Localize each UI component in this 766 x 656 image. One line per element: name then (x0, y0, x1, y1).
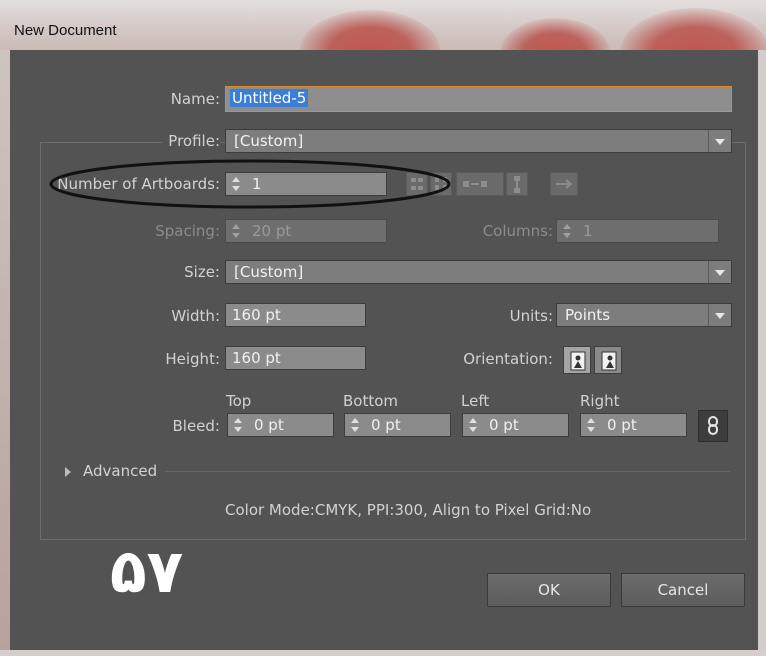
bleed-top-stepper[interactable]: 0 pt (227, 413, 334, 437)
ok-button-label: OK (538, 581, 560, 599)
orientation-label: Orientation: (463, 350, 553, 368)
stepper-arrows-icon[interactable] (348, 417, 362, 433)
landscape-button[interactable] (594, 346, 622, 374)
cancel-button[interactable]: Cancel (621, 573, 745, 607)
name-input-value: Untitled-5 (230, 89, 309, 107)
bleed-bottom-label: Bottom (343, 392, 399, 410)
window-title: New Document (14, 22, 117, 39)
bleed-left-value: 0 pt (489, 416, 519, 434)
annotation-ellipse (49, 159, 451, 209)
chain-link-icon (708, 416, 718, 435)
portrait-icon (570, 351, 586, 371)
stepper-arrows-icon (560, 223, 574, 239)
profile-dropdown[interactable]: [Custom] (225, 129, 732, 153)
window-edge (758, 50, 766, 650)
columns-stepper: 1 (556, 219, 719, 243)
bleed-right-label: Right (580, 392, 620, 410)
landscape-icon (601, 351, 617, 371)
size-dropdown[interactable]: [Custom] (225, 260, 732, 284)
chevron-down-icon (708, 130, 731, 152)
name-label: Name: (170, 90, 220, 108)
spacing-stepper: 20 pt (225, 219, 387, 243)
units-dropdown[interactable]: Points (556, 303, 732, 327)
height-label: Height: (165, 350, 220, 368)
profile-value: [Custom] (234, 132, 304, 150)
bleed-top-label: Top (226, 392, 252, 410)
arrange-by-column-button[interactable] (506, 172, 528, 196)
width-label: Width: (171, 307, 220, 325)
name-input[interactable]: Untitled-5 (225, 86, 732, 112)
chevron-down-icon (708, 304, 731, 326)
advanced-divider (165, 471, 730, 472)
bleed-top-value: 0 pt (254, 416, 284, 434)
chevron-down-icon (708, 261, 731, 283)
window-edge (0, 650, 766, 656)
window-edge (0, 50, 10, 650)
new-document-dialog: Name: Untitled-5 Profile: [Custom] Numbe… (10, 50, 758, 650)
spacing-value: 20 pt (252, 222, 292, 240)
size-label: Size: (184, 263, 220, 281)
ok-button[interactable]: OK (487, 573, 611, 607)
bleed-left-stepper[interactable]: 0 pt (462, 413, 569, 437)
bleed-bottom-value: 0 pt (371, 416, 401, 434)
units-value: Points (565, 306, 611, 324)
portrait-button[interactable] (563, 346, 591, 374)
bleed-right-stepper[interactable]: 0 pt (580, 413, 687, 437)
right-to-left-layout-button[interactable] (550, 172, 578, 196)
bleed-label: Bleed: (172, 417, 221, 435)
stepper-arrows-icon[interactable] (466, 417, 480, 433)
width-value: 160 pt (232, 306, 281, 324)
overlay-number: ۵۷ (110, 537, 184, 607)
title-bar: New Document (0, 0, 766, 50)
background-blur (500, 18, 610, 50)
height-input[interactable]: 160 pt (225, 346, 366, 370)
columns-value: 1 (583, 222, 593, 240)
columns-label: Columns: (482, 222, 553, 240)
height-value: 160 pt (232, 349, 281, 367)
arrange-by-row-button[interactable] (456, 172, 504, 196)
spacing-label: Spacing: (155, 222, 220, 240)
cancel-button-label: Cancel (657, 581, 709, 599)
arrange-by-row-icon (463, 181, 487, 187)
background-blur (300, 10, 440, 50)
units-label: Units: (509, 307, 553, 325)
disclosure-triangle-icon[interactable] (65, 467, 71, 477)
bleed-right-value: 0 pt (607, 416, 637, 434)
bleed-left-label: Left (461, 392, 490, 410)
link-bleed-button[interactable] (698, 410, 728, 442)
advanced-toggle[interactable]: Advanced (83, 462, 157, 480)
stepper-arrows-icon (229, 223, 243, 239)
size-value: [Custom] (234, 263, 304, 281)
profile-label: Profile: (162, 132, 220, 150)
stepper-arrows-icon[interactable] (231, 417, 245, 433)
document-info-text: Color Mode:CMYK, PPI:300, Align to Pixel… (225, 501, 592, 519)
bleed-bottom-stepper[interactable]: 0 pt (344, 413, 451, 437)
arrow-right-icon (556, 179, 573, 189)
stepper-arrows-icon[interactable] (584, 417, 598, 433)
width-input[interactable]: 160 pt (225, 303, 366, 327)
arrange-by-column-icon (514, 176, 520, 193)
background-blur (620, 8, 766, 50)
